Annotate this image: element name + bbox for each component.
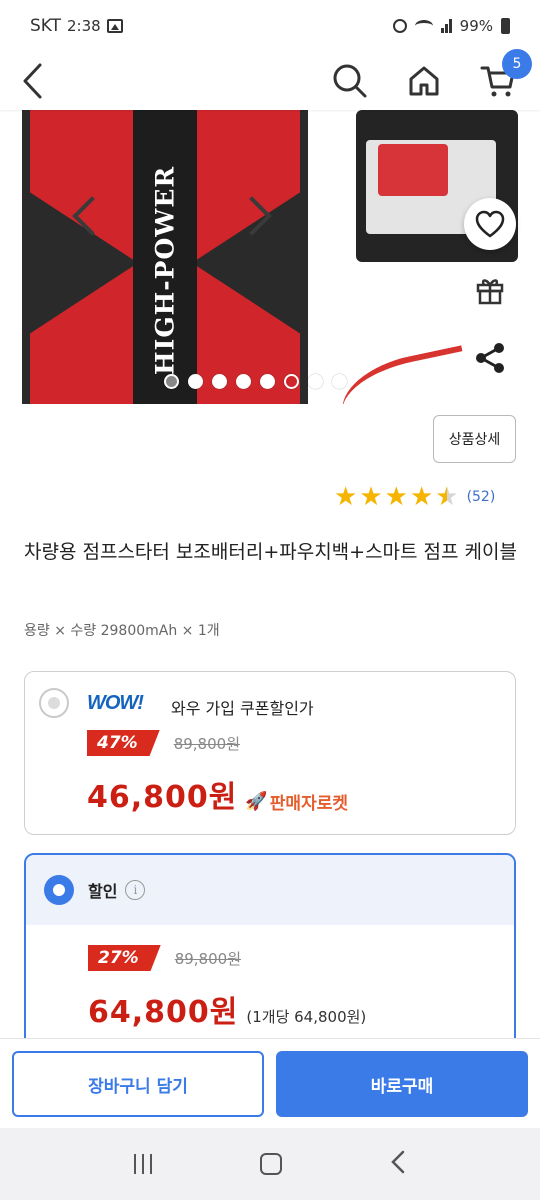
gallery-dot[interactable] — [188, 374, 203, 389]
rating-stars: ★ ★ ★ ★ ★ — [334, 484, 459, 510]
review-count[interactable]: (52) — [467, 489, 496, 505]
app-header: 5 — [0, 49, 540, 110]
rocket-icon: 🚀 — [245, 791, 268, 812]
gallery-pagination — [164, 374, 347, 389]
wow-price-option[interactable]: WOW! 와우 가입 쿠폰할인가 47% 89,800원 46,800원 🚀 판… — [24, 671, 516, 835]
star-icon: ★ — [409, 482, 434, 512]
sale-original-price: 89,800원 — [174, 949, 241, 968]
sale-label: 할인 — [88, 882, 118, 901]
star-icon: ★ — [435, 482, 459, 512]
battery-percent: 99% — [459, 17, 493, 35]
gallery-dot[interactable] — [164, 374, 179, 389]
star-icon: ★ — [359, 482, 383, 512]
sale-option-radio[interactable] — [44, 875, 74, 905]
home-nav-button[interactable] — [260, 1153, 282, 1175]
wifi-icon — [414, 20, 433, 32]
home-button[interactable] — [404, 61, 444, 101]
carrier-label: SKT — [30, 16, 62, 36]
gallery-dot[interactable] — [212, 374, 227, 389]
gallery-notification-icon — [106, 19, 123, 33]
product-option: 용량 × 수량 29800mAh × 1개 — [24, 623, 220, 639]
wow-offer-label: 와우 가입 쿠폰할인가 — [171, 699, 314, 718]
clock-label: 2:38 — [67, 17, 101, 35]
alarm-icon — [392, 19, 407, 33]
cart-count-badge: 5 — [502, 49, 532, 79]
gift-icon — [476, 279, 504, 305]
home-icon — [409, 66, 439, 96]
chevron-left-icon — [23, 63, 42, 99]
gallery-dot[interactable] — [308, 374, 323, 389]
wow-option-radio[interactable] — [39, 688, 69, 718]
signal-icon — [440, 19, 452, 33]
wow-discount-tag: 47% — [87, 730, 160, 756]
product-detail-button[interactable]: 상품상세 — [433, 415, 516, 463]
wishlist-button[interactable] — [464, 198, 516, 250]
chevron-left-icon — [391, 1150, 405, 1174]
seller-rocket-label: 판매자로켓 — [269, 794, 348, 814]
sale-price: 64,800원 — [88, 995, 239, 1030]
buy-now-button[interactable]: 바로구매 — [276, 1051, 528, 1117]
info-icon[interactable]: i — [125, 880, 146, 900]
cart-button[interactable]: 5 — [478, 49, 532, 101]
sale-price-option[interactable]: 할인 i 27% 89,800원 64,800원 (1개당 64,800원) — [24, 853, 516, 1053]
wow-original-price: 89,800원 — [173, 734, 240, 753]
gallery-dot[interactable] — [332, 374, 347, 389]
back-button[interactable] — [22, 61, 52, 101]
product-image-text: HIGH-POWER — [150, 165, 180, 375]
search-button[interactable] — [330, 61, 370, 101]
gallery-dot[interactable] — [260, 374, 275, 389]
seller-rocket-badge: 🚀 판매자로켓 — [245, 789, 348, 814]
gallery-dot[interactable] — [236, 374, 251, 389]
status-bar: SKT 2:38 99% — [0, 0, 540, 52]
bottom-action-bar: 장바구니 담기 바로구매 — [0, 1038, 540, 1128]
product-image-gallery[interactable]: HIGH-POWER — [0, 110, 540, 404]
rating[interactable]: ★ ★ ★ ★ ★ (52) — [334, 484, 495, 510]
wow-logo: WOW! — [87, 691, 144, 714]
heart-icon — [475, 210, 505, 238]
back-nav-button[interactable] — [390, 1150, 406, 1178]
recents-button[interactable] — [134, 1154, 152, 1174]
share-button[interactable] — [470, 338, 510, 378]
product-title: 차량용 점프스타터 보조배터리+파우치백+스마트 점프 케이블 — [24, 541, 517, 563]
unit-price: (1개당 64,800원) — [246, 1008, 367, 1026]
battery-icon — [501, 18, 510, 34]
sale-discount-tag: 27% — [88, 945, 161, 971]
system-navigation-bar — [0, 1128, 540, 1200]
search-icon — [333, 64, 367, 98]
share-icon — [476, 343, 504, 373]
wow-price: 46,800원 — [87, 780, 238, 815]
add-to-cart-button[interactable]: 장바구니 담기 — [12, 1051, 264, 1117]
gift-button[interactable] — [470, 270, 510, 310]
star-icon: ★ — [334, 482, 358, 512]
star-icon: ★ — [384, 482, 408, 512]
gallery-dot[interactable] — [284, 374, 299, 389]
